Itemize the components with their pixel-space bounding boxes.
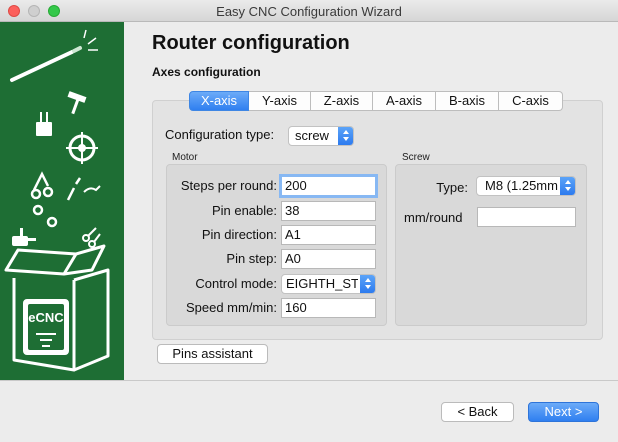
motor-icon <box>36 112 52 136</box>
magic-wand-icon <box>10 29 98 82</box>
mm-round-input[interactable] <box>477 207 576 227</box>
steps-per-round-label: Steps per round: <box>180 178 277 193</box>
drill-icon <box>12 228 36 246</box>
tab-b-axis[interactable]: B-axis <box>436 91 499 111</box>
speed-label: Speed mm/min: <box>185 300 277 315</box>
chevron-updown-icon <box>338 127 353 145</box>
page-title: Router configuration <box>152 32 350 54</box>
window-titlebar: Easy CNC Configuration Wizard <box>0 0 618 22</box>
gears-icon <box>32 204 58 228</box>
tab-c-axis[interactable]: C-axis <box>499 91 563 111</box>
section-title: Axes configuration <box>152 65 261 79</box>
cable-icon <box>83 185 101 193</box>
pin-direction-label: Pin direction: <box>201 227 277 242</box>
speed-input[interactable]: 160 <box>281 298 376 318</box>
chevron-updown-icon <box>560 177 575 195</box>
mm-round-label: mm/round <box>404 210 463 225</box>
steps-per-round-input[interactable]: 200 <box>279 174 378 198</box>
gear-wheel-icon <box>66 132 98 164</box>
axis-tabs: X-axis Y-axis Z-axis A-axis B-axis C-axi… <box>189 91 563 111</box>
wizard-sidebar: eCNC <box>0 22 124 380</box>
motor-group-title: Motor <box>172 152 198 163</box>
pin-step-label: Pin step: <box>226 251 277 266</box>
footer-divider <box>0 380 618 381</box>
screw-group-title: Screw <box>402 152 430 163</box>
pin-step-input[interactable]: A0 <box>281 249 376 269</box>
pin-enable-label: Pin enable: <box>211 203 277 218</box>
config-type-value: screw <box>295 128 329 143</box>
window-title: Easy CNC Configuration Wizard <box>216 4 402 19</box>
screwdriver-icon <box>66 177 82 201</box>
pliers-icon <box>30 171 54 200</box>
pins-assistant-button[interactable]: Pins assistant <box>157 344 268 364</box>
control-mode-label: Control mode: <box>195 276 277 291</box>
tab-z-axis[interactable]: Z-axis <box>311 91 373 111</box>
ecnc-logo: eCNC <box>23 299 69 355</box>
hammer-icon <box>67 91 87 115</box>
next-button[interactable]: Next > <box>528 402 599 422</box>
screw-type-select[interactable]: M8 (1.25mm <box>476 176 576 196</box>
tab-x-axis[interactable]: X-axis <box>189 91 249 111</box>
sidebar-illustration: eCNC <box>4 29 110 372</box>
control-mode-select[interactable]: EIGHTH_ST <box>281 274 376 294</box>
scissors-icon <box>82 227 101 248</box>
pin-direction-input[interactable]: A1 <box>281 225 376 245</box>
screw-type-label: Type: <box>436 180 468 195</box>
back-button[interactable]: < Back <box>441 402 514 422</box>
tab-y-axis[interactable]: Y-axis <box>249 91 311 111</box>
config-type-select[interactable]: screw <box>288 126 354 146</box>
tab-a-axis[interactable]: A-axis <box>373 91 436 111</box>
chevron-updown-icon <box>360 275 375 293</box>
screw-type-value: M8 (1.25mm <box>485 178 558 193</box>
pin-enable-input[interactable]: 38 <box>281 201 376 221</box>
svg-text:eCNC: eCNC <box>28 310 64 325</box>
control-mode-value: EIGHTH_ST <box>286 276 358 291</box>
config-type-label: Configuration type: <box>165 127 275 142</box>
